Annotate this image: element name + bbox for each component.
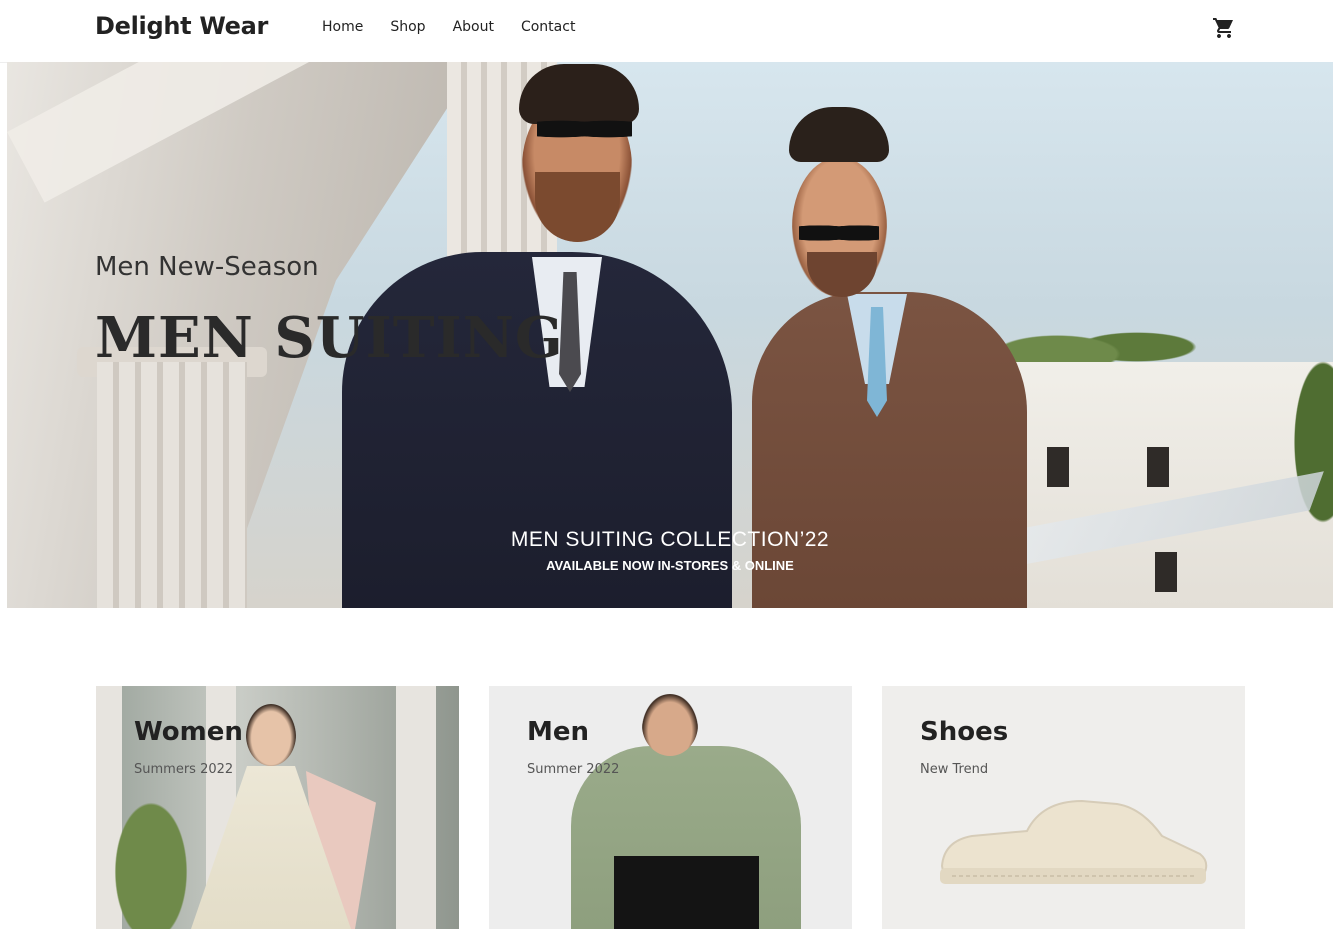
nav-home-link[interactable]: Home [322, 19, 363, 35]
category-subtitle: New Trend [920, 762, 989, 777]
brand-logo[interactable]: Delight Wear [95, 12, 268, 40]
hero-window [1147, 447, 1169, 487]
category-card-women[interactable]: Women Summers 2022 [96, 686, 459, 929]
category-card-men[interactable]: Men Summer 2022 [489, 686, 852, 929]
model-two-beard [807, 252, 877, 297]
category-title: Men [527, 717, 590, 747]
hero-tagline: MEN SUITING COLLECTION’22 [510, 528, 830, 551]
site-header: Delight Wear Home Shop About Contact [0, 0, 1333, 63]
men-model-head [642, 694, 698, 756]
card-pillar [396, 686, 436, 929]
women-model-head [246, 704, 296, 766]
model-one-hair [519, 64, 639, 124]
hero-subtitle: Men New-Season [95, 252, 319, 282]
nav-shop-link[interactable]: Shop [390, 19, 425, 35]
model-two-sunglasses [799, 222, 879, 244]
hero-tagline-sub: AVAILABLE NOW IN-STORES & ONLINE [546, 558, 794, 573]
category-subtitle: Summer 2022 [527, 762, 620, 777]
men-pants [614, 856, 759, 929]
model-two-hair [789, 107, 889, 162]
nav-about-link[interactable]: About [453, 19, 494, 35]
category-subtitle: Summers 2022 [134, 762, 234, 777]
category-title: Shoes [920, 717, 1009, 747]
hero-window [1047, 447, 1069, 487]
card-plant [106, 786, 196, 929]
cart-icon[interactable] [1212, 16, 1236, 40]
category-title: Women [134, 717, 243, 747]
model-one-sunglasses [537, 117, 632, 141]
sneaker-image [940, 799, 1208, 884]
hero-title: MEN SUITING [95, 305, 564, 371]
main-nav: Home Shop About Contact [322, 19, 575, 35]
nav-contact-link[interactable]: Contact [521, 19, 575, 35]
category-card-shoes[interactable]: Shoes New Trend [882, 686, 1245, 929]
